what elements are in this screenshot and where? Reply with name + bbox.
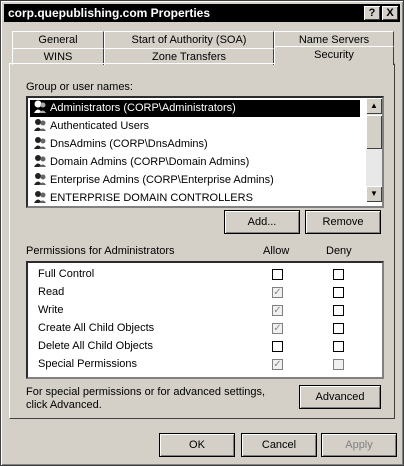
advanced-help-line1: For special permissions or for advanced …	[26, 386, 266, 398]
user-group-icon	[34, 155, 46, 168]
list-item-label: Authenticated Users	[50, 120, 150, 132]
list-scrollbar[interactable]: ▲ ▼	[366, 98, 382, 202]
allow-checkbox[interactable]: ✓	[272, 305, 283, 316]
allow-checkbox[interactable]	[272, 269, 283, 280]
permission-row: Write ✓	[28, 302, 378, 320]
permissions-list: Full Control Read ✓ Write ✓ Create All C…	[26, 261, 384, 379]
tab-start-of-authority[interactable]: Start of Authority (SOA)	[104, 31, 274, 48]
allow-checkbox[interactable]: ✓	[272, 359, 283, 370]
advanced-help-line2: click Advanced.	[26, 399, 102, 411]
permission-name: Create All Child Objects	[38, 322, 155, 334]
window-title: corp.quepublishing.com Properties	[8, 6, 211, 20]
cancel-button[interactable]: Cancel	[241, 433, 317, 457]
tab-general[interactable]: General	[12, 31, 104, 48]
scroll-up-icon[interactable]: ▲	[366, 98, 382, 114]
apply-button[interactable]: Apply	[321, 433, 397, 457]
list-item-label: Enterprise Admins (CORP\Enterprise Admin…	[50, 174, 274, 186]
deny-checkbox[interactable]	[333, 287, 344, 298]
deny-column-header: Deny	[326, 245, 352, 257]
user-group-icon	[34, 191, 46, 204]
user-group-icon	[34, 173, 46, 186]
permission-name: Write	[38, 304, 64, 316]
user-group-icon	[34, 100, 46, 114]
list-item[interactable]: DnsAdmins (CORP\DnsAdmins)	[30, 136, 360, 153]
allow-column-header: Allow	[263, 245, 290, 257]
permission-row: Special Permissions ✓	[28, 356, 378, 374]
allow-checkbox[interactable]	[272, 341, 283, 352]
permission-row: Create All Child Objects ✓	[28, 320, 378, 338]
list-item[interactable]: Domain Admins (CORP\Domain Admins)	[30, 154, 360, 171]
ok-button[interactable]: OK	[159, 433, 235, 457]
scroll-down-icon[interactable]: ▼	[366, 186, 382, 202]
deny-checkbox[interactable]	[333, 323, 344, 334]
tab-security[interactable]: Security	[274, 46, 394, 65]
properties-dialog: corp.quepublishing.com Properties ? X Ge…	[0, 0, 404, 466]
add-button[interactable]: Add...	[224, 210, 300, 234]
permission-name: Full Control	[38, 268, 95, 280]
permission-name: Read	[38, 286, 65, 298]
permission-row: Full Control	[28, 266, 378, 284]
close-button[interactable]: X	[382, 6, 398, 20]
scroll-thumb[interactable]	[366, 115, 382, 149]
list-item-label: Administrators (CORP\Administrators)	[50, 102, 236, 114]
permission-row: Delete All Child Objects	[28, 338, 378, 356]
list-item[interactable]: ENTERPRISE DOMAIN CONTROLLERS	[30, 190, 360, 206]
list-item[interactable]: Authenticated Users	[30, 118, 360, 135]
permission-name: Special Permissions	[38, 358, 138, 370]
permissions-label: Permissions for Administrators	[26, 245, 175, 257]
permission-name: Delete All Child Objects	[38, 340, 153, 352]
deny-checkbox[interactable]	[333, 269, 344, 280]
deny-checkbox[interactable]	[333, 359, 344, 370]
list-item-label: Domain Admins (CORP\Domain Admins)	[50, 156, 250, 168]
group-or-user-list[interactable]: Administrators (CORP\Administrators) Aut…	[26, 96, 384, 208]
deny-checkbox[interactable]	[333, 305, 344, 316]
list-item-label: ENTERPRISE DOMAIN CONTROLLERS	[50, 192, 253, 204]
group-or-user-names-label: Group or user names:	[26, 81, 133, 93]
permission-row: Read ✓	[28, 284, 378, 302]
deny-checkbox[interactable]	[333, 341, 344, 352]
help-button[interactable]: ?	[364, 6, 380, 20]
advanced-button[interactable]: Advanced	[299, 385, 381, 409]
allow-checkbox[interactable]: ✓	[272, 287, 283, 298]
list-item-label: DnsAdmins (CORP\DnsAdmins)	[50, 138, 208, 150]
remove-button[interactable]: Remove	[305, 210, 381, 234]
user-group-icon	[34, 119, 46, 132]
list-item[interactable]: Administrators (CORP\Administrators)	[30, 100, 360, 117]
list-item[interactable]: Enterprise Admins (CORP\Enterprise Admin…	[30, 172, 360, 189]
title-bar: corp.quepublishing.com Properties ? X	[4, 4, 400, 22]
user-group-icon	[34, 137, 46, 150]
allow-checkbox[interactable]: ✓	[272, 323, 283, 334]
